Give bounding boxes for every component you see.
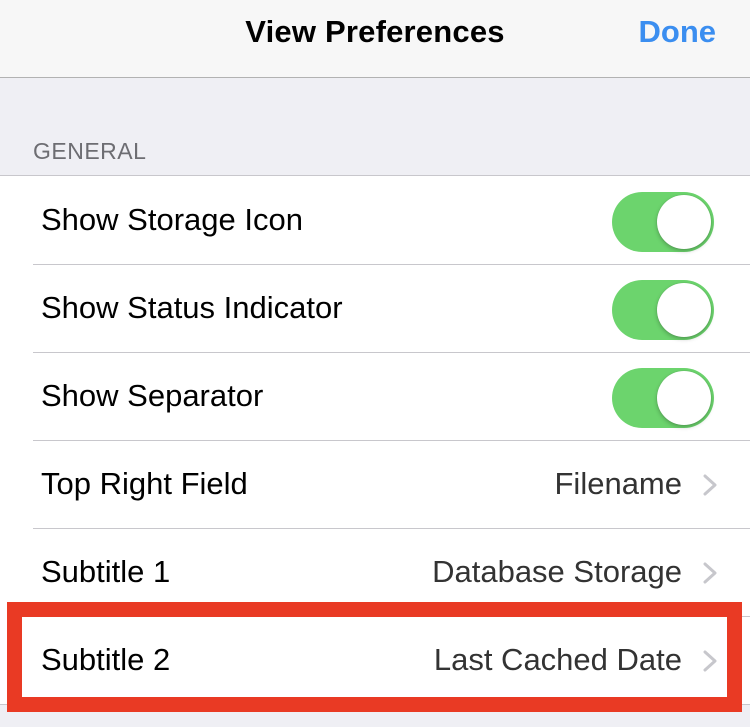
toggle-knob — [657, 195, 711, 249]
row-label: Show Storage Icon — [41, 202, 303, 237]
chevron-right-icon — [703, 474, 717, 496]
row-value: Filename — [554, 466, 683, 501]
done-button[interactable]: Done — [639, 14, 717, 50]
row-value: Last Cached Date — [433, 642, 682, 677]
settings-group: Show Storage Icon Show Status Indicator … — [0, 175, 750, 705]
chevron-right-icon — [703, 650, 717, 672]
row-value: Database Storage — [432, 554, 682, 589]
row-label: Subtitle 1 — [41, 554, 171, 589]
section-header-general: GENERAL — [33, 138, 147, 164]
show-separator-toggle[interactable] — [612, 368, 714, 428]
toggle-knob — [657, 371, 711, 425]
row-top-right-field[interactable]: Top Right Field Filename — [0, 440, 750, 528]
show-storage-icon-toggle[interactable] — [612, 192, 714, 252]
row-show-status-indicator: Show Status Indicator — [0, 264, 750, 352]
row-label: Show Separator — [41, 378, 264, 413]
chevron-right-icon — [703, 562, 717, 584]
row-label: Show Status Indicator — [41, 290, 343, 325]
row-show-separator: Show Separator — [0, 352, 750, 440]
row-subtitle-2[interactable]: Subtitle 2 Last Cached Date — [0, 616, 750, 704]
row-subtitle-1[interactable]: Subtitle 1 Database Storage — [0, 528, 750, 616]
row-show-storage-icon: Show Storage Icon — [0, 176, 750, 264]
navigation-bar: View Preferences Done — [0, 0, 750, 78]
row-label: Subtitle 2 — [41, 642, 171, 677]
toggle-knob — [657, 283, 711, 337]
row-label: Top Right Field — [41, 466, 248, 501]
show-status-indicator-toggle[interactable] — [612, 280, 714, 340]
page-title: View Preferences — [245, 14, 505, 49]
